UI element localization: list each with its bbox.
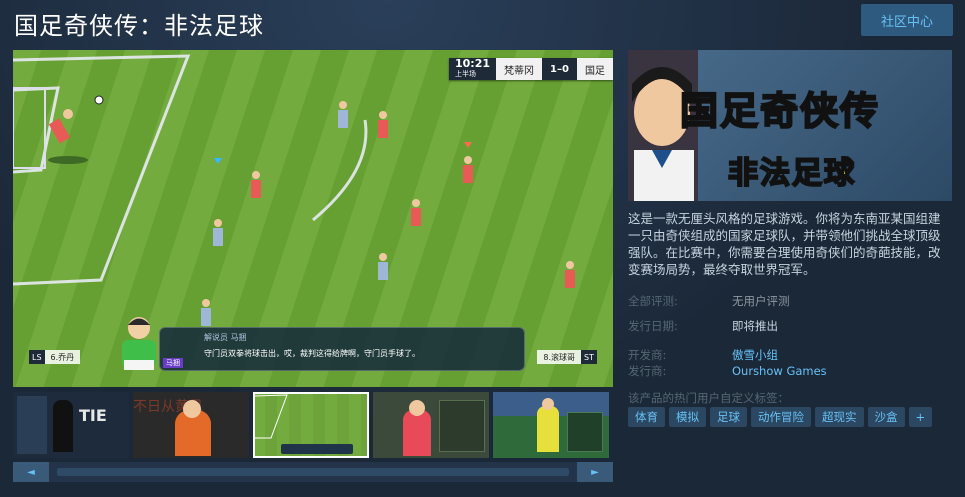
screenshot-thumbnails: TIE 不日从黄见 xyxy=(13,392,613,458)
thumbnail-4[interactable] xyxy=(373,392,489,458)
scoreboard: 10:21 上半场 梵蒂冈 1–0 国足 xyxy=(449,58,613,80)
score: 1–0 xyxy=(542,58,577,80)
capsule-subtitle: 非法足球 xyxy=(727,155,856,192)
capsule-title: 国足奇侠传 xyxy=(679,88,881,134)
thumbnail-3-selected[interactable] xyxy=(253,392,369,458)
developer-link[interactable]: 傲雪小组 xyxy=(732,348,778,362)
scroll-right-button[interactable]: ► xyxy=(577,462,613,482)
developer-row: 开发商: 傲雪小组 xyxy=(628,348,778,362)
main-screenshot[interactable]: 10:21 上半场 梵蒂冈 1–0 国足 解说员 马捆 守门员双拳将球击出，哎，… xyxy=(13,50,613,387)
community-hub-button[interactable]: 社区中心 xyxy=(861,4,953,36)
publisher-link[interactable]: Ourshow Games xyxy=(732,364,827,378)
game-description: 这是一款无厘头风格的足球游戏。你将为东南亚某国组建一只由奇侠组成的国家足球队，并… xyxy=(628,211,941,277)
tag-surreal[interactable]: 超现实 xyxy=(815,407,864,427)
tag-simulation[interactable]: 模拟 xyxy=(669,407,706,427)
right-player-tag: 8.滚球哥 ST xyxy=(537,350,597,364)
commentator-name: 解说员 马捆 xyxy=(204,333,247,342)
thumbnail-2[interactable]: 不日从黄见 xyxy=(133,392,249,458)
commentary-line: 守门员双拳将球击出，哎，裁判这得给牌啊，守门员手球了。 xyxy=(204,349,420,358)
publisher-row: 发行商: Ourshow Games xyxy=(628,364,827,378)
add-tag-button[interactable]: + xyxy=(908,407,933,427)
thumbnail-5[interactable] xyxy=(493,392,609,458)
user-tags: 体育 模拟 足球 动作冒险 超现实 沙盒 + xyxy=(628,407,933,427)
match-clock: 10:21 上半场 xyxy=(449,58,497,80)
scroll-left-button[interactable]: ◄ xyxy=(13,462,49,482)
thumbnail-1[interactable]: TIE xyxy=(13,392,129,458)
tags-label: 该产品的热门用户自定义标签： xyxy=(628,391,789,405)
tag-football[interactable]: 足球 xyxy=(710,407,747,427)
thumbnail-scrollbar[interactable]: ◄ ► xyxy=(13,462,613,482)
page-title: 国足奇侠传：非法足球 xyxy=(14,12,264,40)
tag-action-adventure[interactable]: 动作冒险 xyxy=(751,407,811,427)
commentator-avatar xyxy=(122,317,156,370)
left-player-tag: LS 6.乔丹 xyxy=(29,350,81,364)
scrollbar-track[interactable] xyxy=(57,468,569,476)
home-team: 梵蒂冈 xyxy=(496,58,543,80)
commentary-box: 解说员 马捆 守门员双拳将球击出，哎，裁判这得给牌啊，守门员手球了。 xyxy=(159,327,525,371)
header-capsule-image: 国足奇侠传 非法足球 xyxy=(628,50,952,201)
ball xyxy=(94,95,104,105)
release-date-row: 发行日期: 即将推出 xyxy=(628,319,778,333)
commentator-tag: 马捆 xyxy=(163,358,183,368)
away-team: 国足 xyxy=(576,58,613,80)
reviews-row: 全部评测: 无用户评测 xyxy=(628,294,790,308)
tag-sandbox[interactable]: 沙盒 xyxy=(867,407,905,427)
tag-sports[interactable]: 体育 xyxy=(628,407,665,427)
